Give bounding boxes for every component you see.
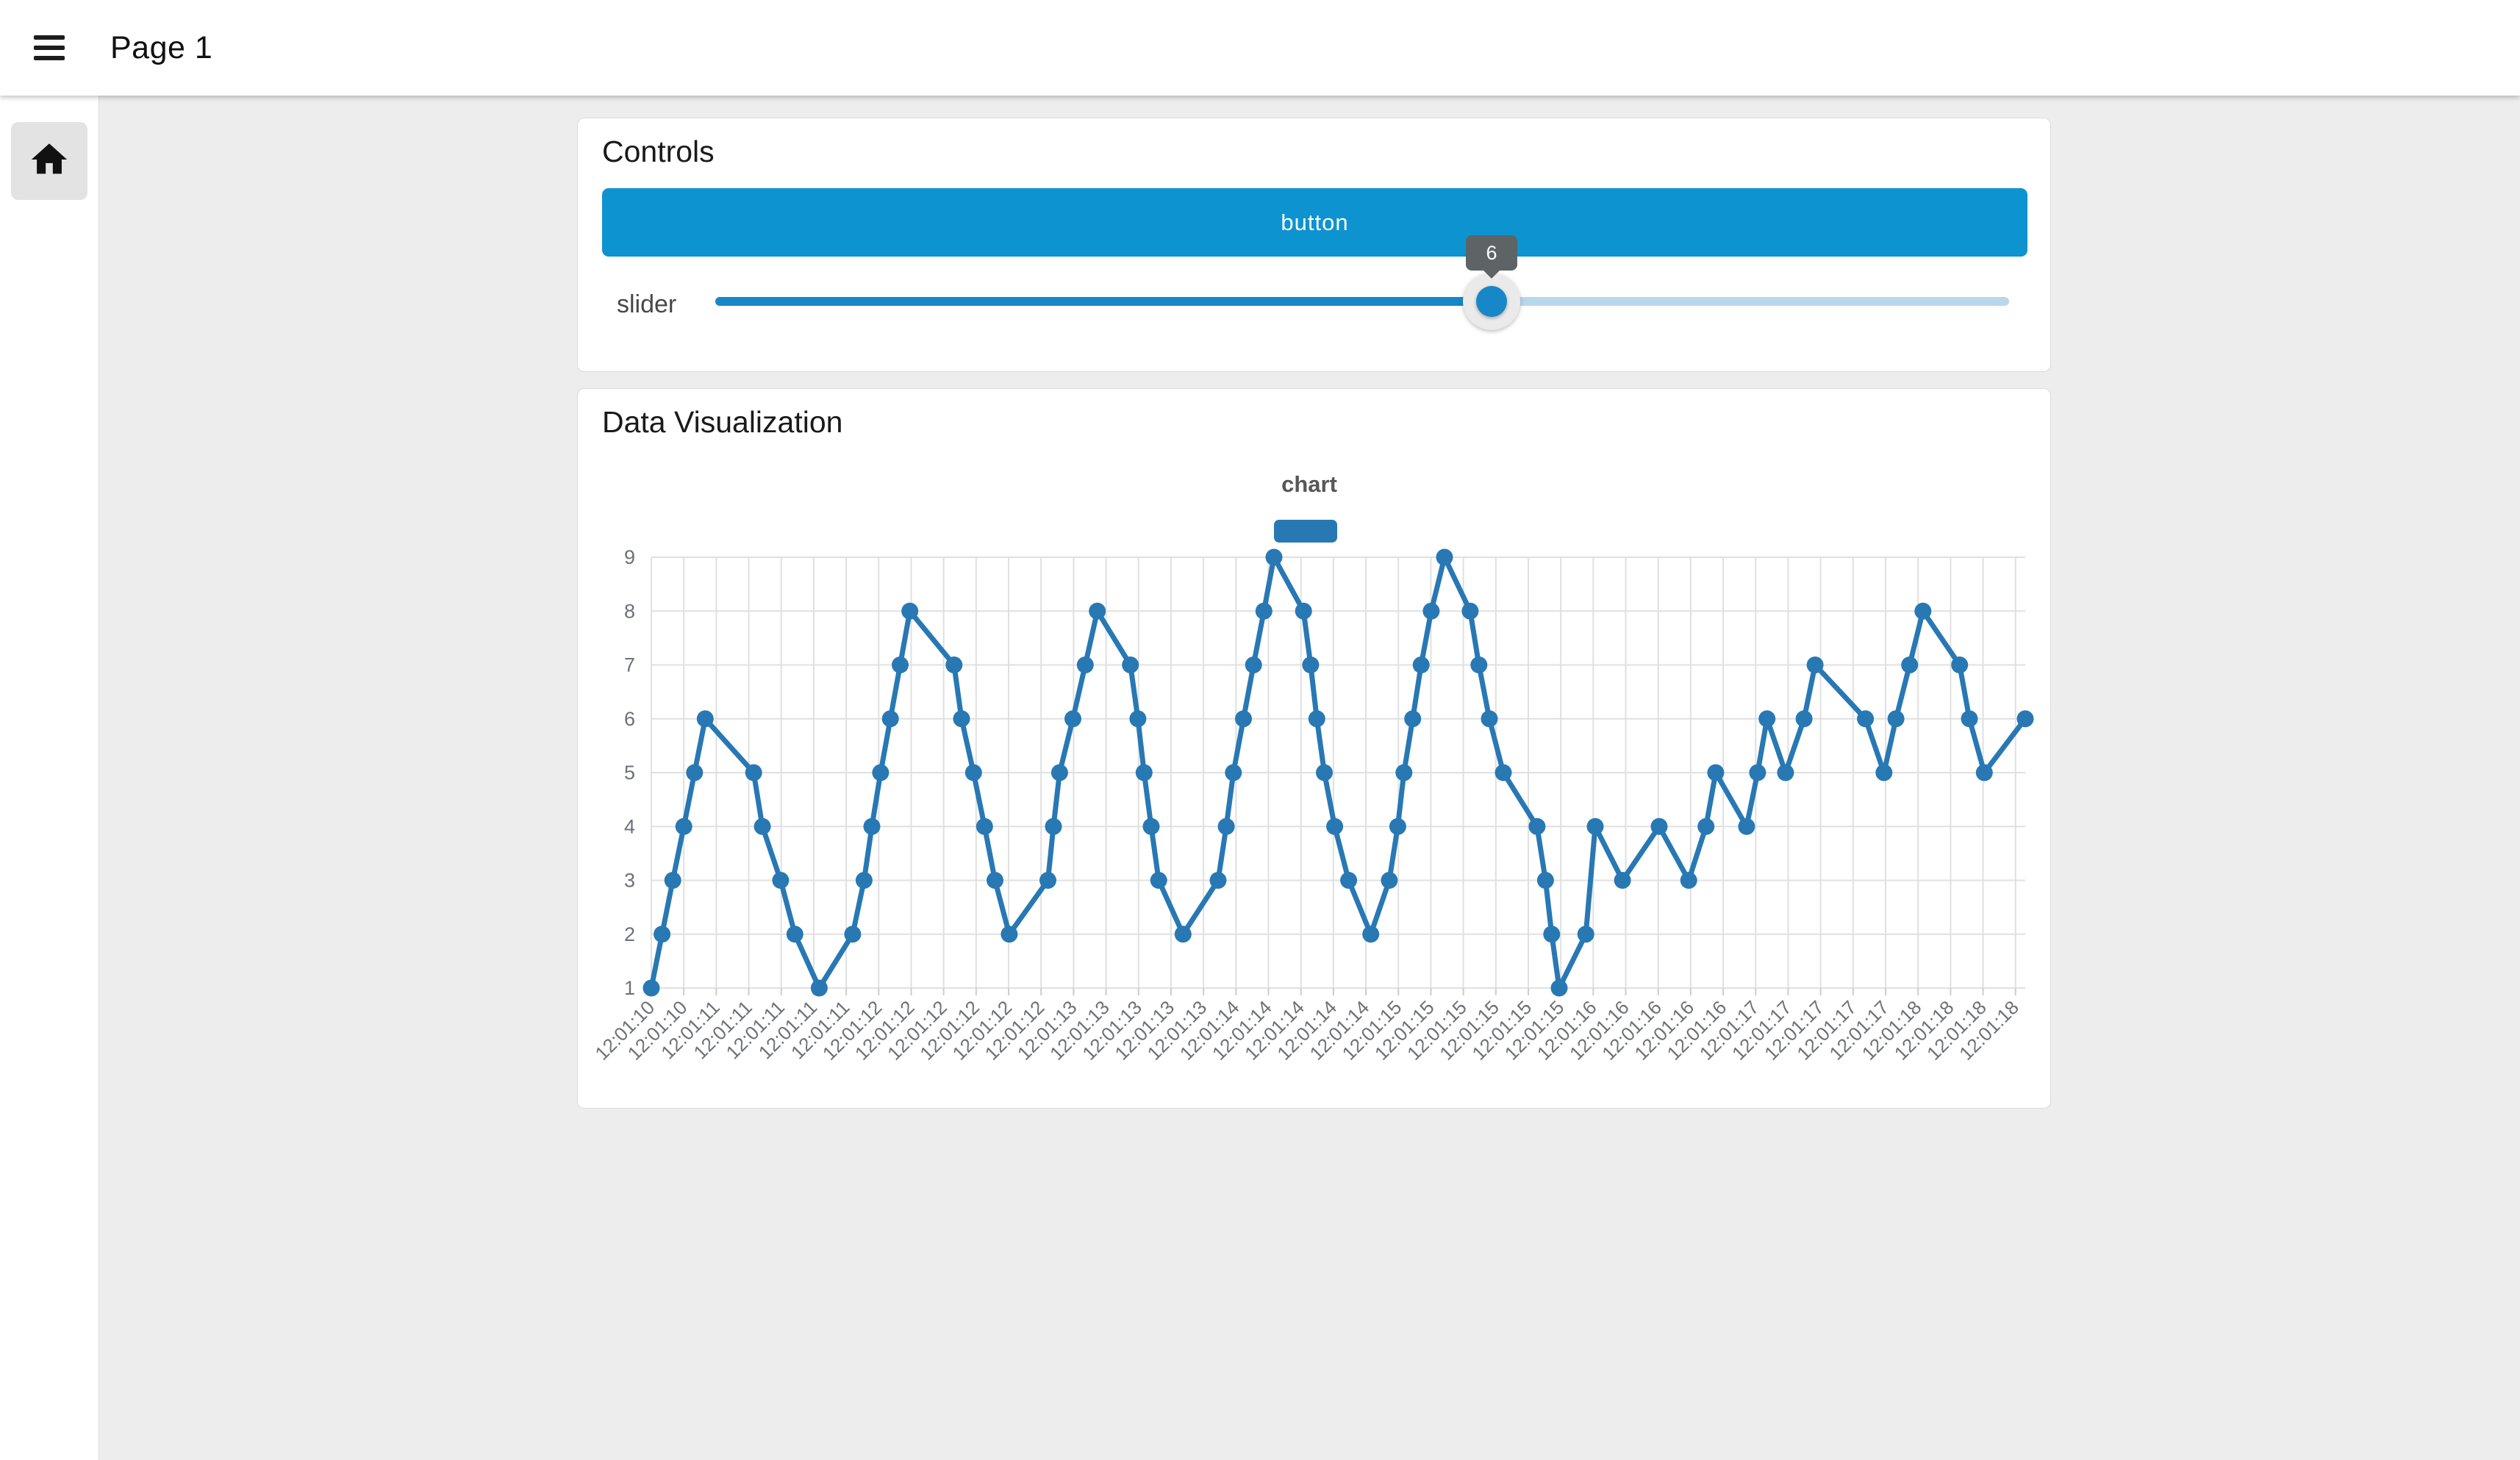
svg-text:8: 8 xyxy=(624,600,635,622)
action-button-label: button xyxy=(1281,210,1348,236)
slider-track[interactable]: 6 xyxy=(715,297,2009,306)
slider-value-tooltip: 6 xyxy=(1466,235,1517,271)
slider-row: slider 6 xyxy=(578,257,2052,367)
sidebar-home-button[interactable] xyxy=(11,122,87,200)
slider-label: slider xyxy=(617,290,676,319)
x-axis-ticks xyxy=(651,988,2016,995)
svg-text:6: 6 xyxy=(624,708,635,730)
controls-card-title: Controls xyxy=(602,135,715,169)
svg-text:3: 3 xyxy=(624,870,635,892)
slider-fill xyxy=(715,297,1492,306)
slider-handle[interactable] xyxy=(1476,286,1507,317)
chart-legend-marker[interactable] xyxy=(1274,520,1337,543)
data-visualization-card: Data Visualization chart12345678912:01:1… xyxy=(577,388,2051,1109)
svg-text:9: 9 xyxy=(624,546,635,568)
sidebar xyxy=(0,96,99,1460)
page-title: Page 1 xyxy=(110,0,212,96)
svg-text:1: 1 xyxy=(624,977,635,999)
chart-canvas[interactable]: chart 1 2 3 4 5 6 7 8 9 12:01:1012:01:1012:01:1112… xyxy=(578,389,2052,1109)
y-axis-labels: 1 2 3 4 5 6 7 8 9 xyxy=(624,546,635,999)
slider-value: 6 xyxy=(1486,242,1497,265)
svg-text:5: 5 xyxy=(624,762,635,784)
svg-text:4: 4 xyxy=(624,815,635,837)
action-button[interactable]: button xyxy=(602,188,2027,257)
top-navbar: Page 1 xyxy=(0,0,2520,96)
x-axis-labels: 12:01:1012:01:1012:01:1112:01:1112:01:11… xyxy=(590,996,2023,1064)
home-icon xyxy=(28,138,71,185)
hamburger-icon xyxy=(34,35,65,40)
svg-text:7: 7 xyxy=(624,654,635,676)
chart-title: chart xyxy=(1281,471,1337,497)
controls-card: Controls button slider 6 xyxy=(577,118,2051,372)
hamburger-menu-button[interactable] xyxy=(34,25,66,71)
svg-text:2: 2 xyxy=(624,923,635,945)
